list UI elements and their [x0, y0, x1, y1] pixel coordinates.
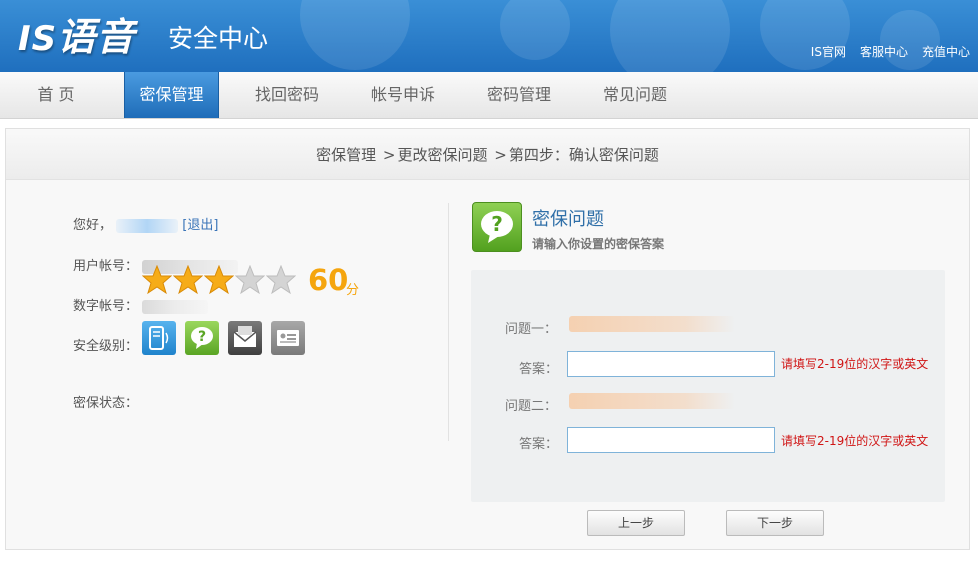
breadcrumb-change-question[interactable]: 更改密保问题 [397, 146, 487, 164]
answer1-label: 答案： [519, 362, 559, 377]
question-icon[interactable]: ? [185, 321, 219, 355]
username-masked [116, 218, 179, 233]
username-label: 用户帐号： [73, 259, 139, 274]
link-official-site[interactable]: IS官网 [811, 43, 846, 60]
svg-text:?: ? [491, 212, 503, 236]
logo-latin: IS [18, 19, 58, 59]
link-customer-service[interactable]: 客服中心 [860, 43, 908, 60]
question1-masked [569, 316, 735, 332]
security-status-label: 密保状态： [73, 396, 139, 411]
question-bubble-icon: ? [472, 202, 522, 252]
number-account-masked [142, 299, 209, 314]
answer2-input[interactable] [567, 427, 775, 453]
question2-label: 问题二： [505, 399, 558, 414]
breadcrumb-separator: > [382, 146, 396, 164]
prev-step-button[interactable]: 上一步 [587, 510, 685, 536]
nav-password-management[interactable]: 密码管理 [474, 72, 564, 118]
star-filled-icon [204, 265, 234, 295]
breadcrumb: 密保管理 > 更改密保问题 > 第四步：确认密保问题 [6, 129, 969, 180]
svg-text:?: ? [198, 329, 206, 345]
answer1-error: 请填写2-19位的汉字或英文 [781, 357, 929, 371]
breadcrumb-security-management[interactable]: 密保管理 [316, 146, 376, 164]
section-title: 密保问题 [532, 209, 604, 230]
star-empty-icon [235, 265, 265, 295]
security-status-icons: ? [142, 321, 305, 355]
top-links: IS官网 客服中心 充值中心 [811, 43, 970, 60]
section-subtitle: 请输入你设置的密保答案 [532, 237, 665, 251]
greeting-row: 您好， [退出] [73, 214, 218, 233]
number-account-label: 数字帐号： [73, 299, 139, 314]
breadcrumb-separator: > [494, 146, 507, 164]
nav-recover-password[interactable]: 找回密码 [242, 72, 332, 118]
mail-icon[interactable] [228, 321, 262, 355]
star-filled-icon [173, 265, 203, 295]
phone-icon[interactable] [142, 321, 176, 355]
logo-cjk: 语音 [57, 14, 136, 59]
header: IS语音 安全中心 IS官网 客服中心 充值中心 [0, 0, 978, 72]
answer2-error: 请填写2-19位的汉字或英文 [781, 434, 929, 448]
logo[interactable]: IS语音 [18, 6, 135, 61]
nav-faq[interactable]: 常见问题 [590, 72, 680, 118]
header-decoration [300, 0, 410, 70]
id-card-icon[interactable] [271, 321, 305, 355]
next-step-button[interactable]: 下一步 [726, 510, 824, 536]
question1-label: 问题一： [505, 322, 558, 337]
header-decoration [610, 0, 730, 72]
star-filled-icon [142, 265, 172, 295]
nav-account-appeal[interactable]: 帐号申诉 [358, 72, 448, 118]
question2-masked [569, 393, 735, 409]
security-level-stars [142, 265, 296, 295]
breadcrumb-current-step: 第四步：确认密保问题 [508, 146, 659, 164]
logout-link[interactable]: [退出] [182, 218, 218, 233]
star-empty-icon [266, 265, 296, 295]
header-decoration [880, 10, 940, 70]
security-score-unit: 分 [346, 283, 360, 298]
nav-home[interactable]: 首 页 [20, 72, 92, 118]
answer2-label: 答案： [519, 437, 559, 452]
answer1-input[interactable] [567, 351, 775, 377]
question-form: 问题一： 答案： 请填写2-19位的汉字或英文 问题二： 答案： 请填写2-19… [471, 270, 945, 502]
security-level-label: 安全级别： [73, 339, 139, 354]
site-title: 安全中心 [168, 24, 269, 53]
number-row: 数字帐号： [73, 295, 209, 314]
main-nav: 首 页 密保管理 找回密码 帐号申诉 密码管理 常见问题 [0, 72, 978, 119]
link-recharge[interactable]: 充值中心 [922, 43, 970, 60]
security-score: 60 [308, 263, 349, 297]
greeting-text: 您好， [73, 218, 113, 233]
header-decoration [500, 0, 570, 60]
content-panel: 密保管理 > 更改密保问题 > 第四步：确认密保问题 您好， [退出] 用户帐号： … [5, 128, 970, 550]
nav-security-management[interactable]: 密保管理 [124, 72, 219, 118]
column-divider [448, 203, 449, 441]
